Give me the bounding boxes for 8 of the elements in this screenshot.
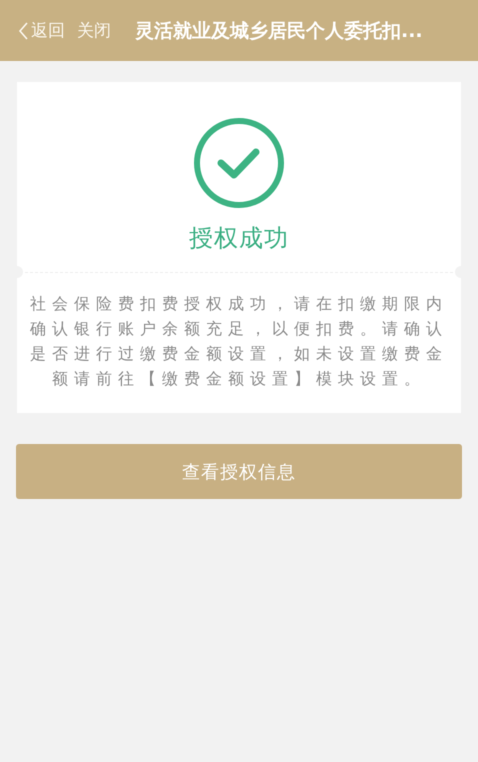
result-title: 授权成功 bbox=[189, 223, 289, 254]
close-button[interactable]: 关闭 bbox=[77, 19, 111, 42]
back-button[interactable]: 返回 bbox=[18, 19, 65, 42]
view-authorization-button[interactable]: 查看授权信息 bbox=[16, 444, 462, 499]
result-message: 社会保险费扣费授权成功，请在扣缴期限内确认银行账户余额充足，以便扣费。请确认是否进行过缴费金额设置，如未设置缴费金额请前往【缴费金额设置】模块设置。 bbox=[30, 293, 448, 390]
check-circle-icon bbox=[192, 116, 286, 210]
chevron-left-icon bbox=[18, 22, 29, 40]
page-title: 灵活就业及城乡居民个人委托扣... bbox=[135, 18, 423, 44]
